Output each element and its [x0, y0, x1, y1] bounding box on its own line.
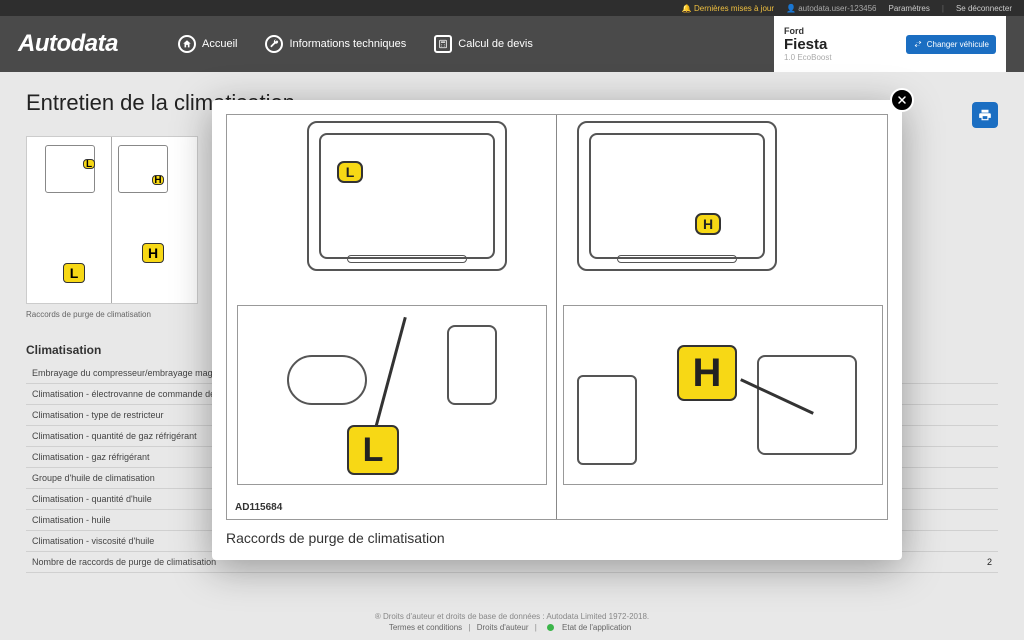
nav-home-label: Accueil	[202, 38, 237, 50]
separator: |	[942, 4, 944, 13]
footer: ® Droits d'auteur et droits de base de d…	[0, 612, 1024, 632]
main-nav: Accueil Informations techniques Calcul d…	[178, 35, 533, 53]
label-high-small: H	[695, 213, 721, 235]
diagram-left: L L	[227, 115, 557, 519]
home-icon	[178, 35, 196, 53]
nav-tech[interactable]: Informations techniques	[265, 35, 406, 53]
spec-label: Climatisation - quantité d'huile	[32, 494, 152, 504]
spec-label: Nombre de raccords de purge de climatisa…	[32, 557, 216, 567]
modal-close-button[interactable]	[890, 88, 914, 112]
settings-link[interactable]: Paramètres	[889, 4, 930, 13]
label-low-large: L	[347, 425, 399, 475]
spec-label: Climatisation - viscosité d'huile	[32, 536, 154, 546]
thumbnail-caption: Raccords de purge de climatisation	[26, 310, 198, 319]
user-icon	[786, 4, 796, 13]
label-high-large: H	[677, 345, 737, 401]
wrench-icon	[265, 35, 283, 53]
spec-value: 2	[987, 557, 992, 567]
spec-label: Climatisation - quantité de gaz réfrigér…	[32, 431, 197, 441]
footer-terms[interactable]: Termes et conditions	[389, 623, 462, 632]
bell-icon	[682, 4, 692, 13]
footer-rights[interactable]: Droits d'auteur	[477, 623, 529, 632]
updates-link[interactable]: Dernières mises à jour	[682, 4, 774, 13]
vehicle-box: Ford Fiesta 1.0 EcoBoost Changer véhicul…	[774, 16, 1006, 72]
user-label: autodata.user-123456	[786, 4, 877, 13]
footer-status[interactable]: Etat de l'application	[543, 623, 635, 632]
diagram-area: L L H	[226, 114, 888, 520]
nav-quote-label: Calcul de devis	[458, 38, 533, 50]
spec-label: Climatisation - gaz réfrigérant	[32, 452, 150, 462]
diagram-right: H H	[557, 115, 887, 519]
logout-link[interactable]: Se déconnecter	[956, 4, 1012, 13]
nav-tech-label: Informations techniques	[289, 38, 406, 50]
spec-label: Groupe d'huile de climatisation	[32, 473, 155, 483]
calculator-icon	[434, 35, 452, 53]
diagram-modal: L L H	[212, 100, 902, 560]
spec-label: Climatisation - type de restricteur	[32, 410, 164, 420]
topbar: Autodata Accueil Informations techniques…	[0, 16, 1024, 72]
spec-label: Embrayage du compresseur/embrayage magné…	[32, 368, 242, 378]
change-vehicle-button[interactable]: Changer véhicule	[906, 35, 996, 54]
status-dot-icon	[547, 624, 554, 631]
vehicle-engine: 1.0 EcoBoost	[784, 53, 832, 62]
diagram-thumbnail[interactable]: L L H H	[26, 136, 198, 304]
print-button[interactable]	[972, 102, 998, 128]
footer-copyright: ® Droits d'auteur et droits de base de d…	[0, 612, 1024, 621]
swap-icon	[913, 40, 923, 48]
vehicle-model: Fiesta	[784, 36, 832, 53]
spec-label: Climatisation - huile	[32, 515, 111, 525]
diagram-id: AD115684	[235, 502, 282, 513]
print-icon	[978, 108, 992, 122]
modal-caption: Raccords de purge de climatisation	[226, 520, 888, 546]
nav-home[interactable]: Accueil	[178, 35, 237, 53]
vehicle-make: Ford	[784, 26, 832, 36]
close-icon	[896, 94, 908, 106]
nav-quote[interactable]: Calcul de devis	[434, 35, 533, 53]
brand-logo[interactable]: Autodata	[18, 30, 118, 58]
topbar-upper: Dernières mises à jour autodata.user-123…	[0, 0, 1024, 16]
label-low-small: L	[337, 161, 363, 183]
